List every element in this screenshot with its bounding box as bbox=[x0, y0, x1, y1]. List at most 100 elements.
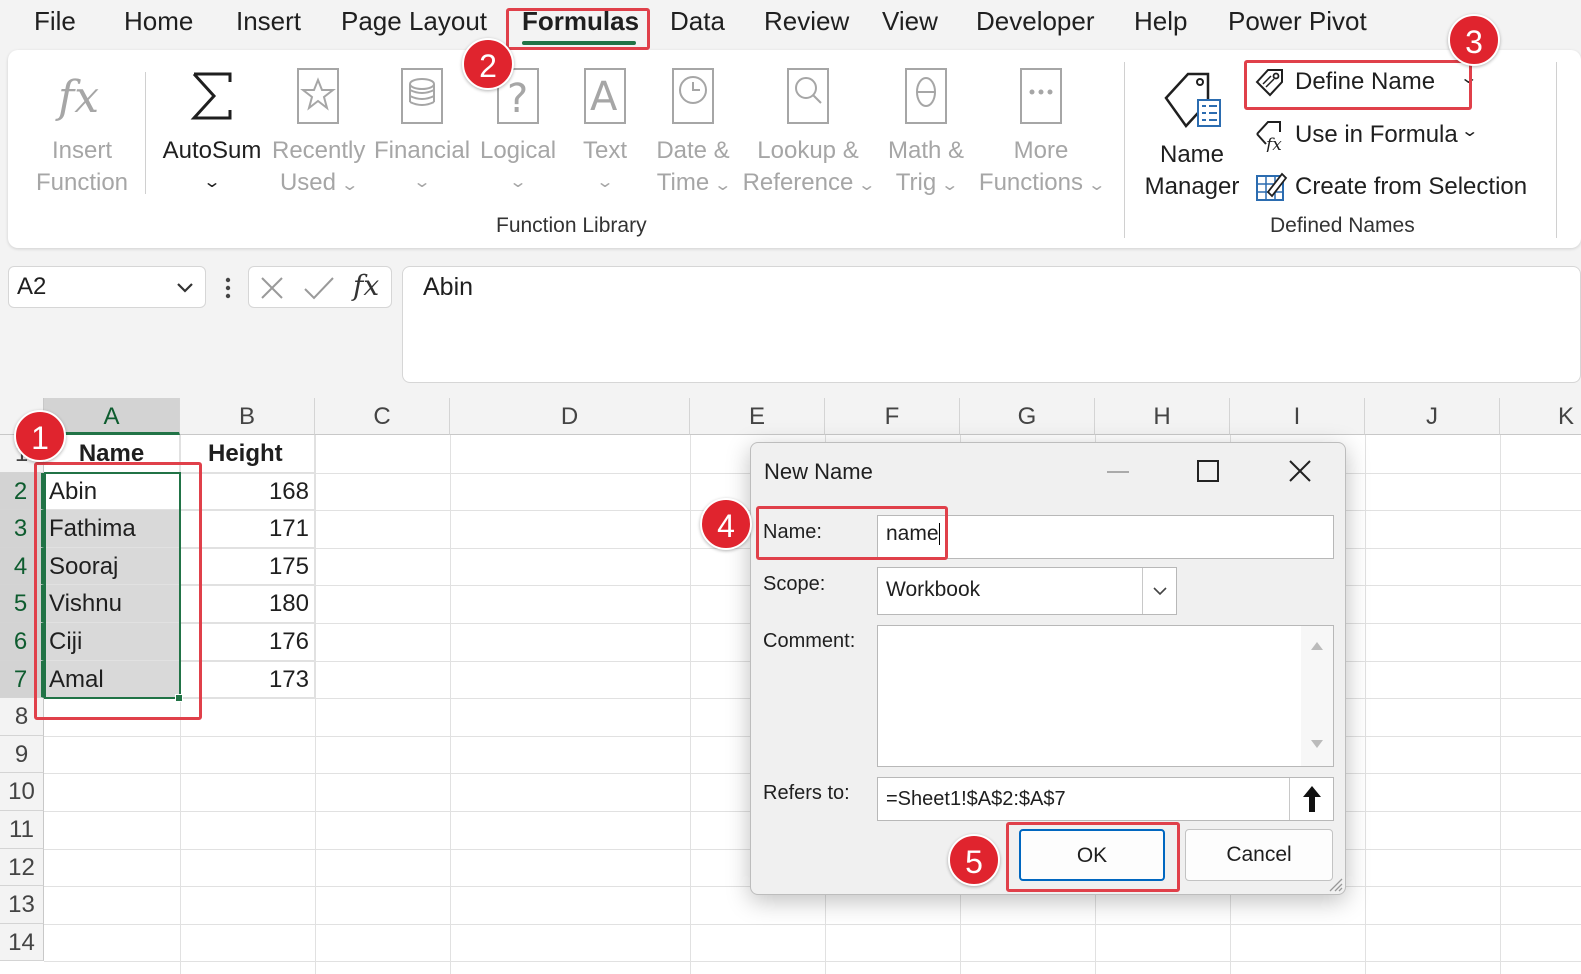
refers-to-label: Refers to: bbox=[763, 782, 850, 804]
tab-data[interactable]: Data bbox=[670, 6, 725, 37]
column-header-f[interactable]: F bbox=[825, 398, 960, 435]
cancel-button[interactable]: Cancel bbox=[1185, 829, 1333, 881]
gridline bbox=[44, 961, 1581, 963]
name-manager-label-1: Name bbox=[1159, 141, 1225, 168]
column-header-d[interactable]: D bbox=[450, 398, 690, 435]
row-header-11[interactable]: 11 bbox=[0, 811, 44, 849]
math-trig-label-2-text: Trig bbox=[895, 169, 937, 196]
svg-text:A: A bbox=[590, 74, 618, 120]
column-header-j[interactable]: J bbox=[1365, 398, 1500, 435]
chevron-down-icon: ⌄ bbox=[1086, 177, 1106, 194]
more-options-icon[interactable] bbox=[222, 276, 234, 300]
comment-textarea[interactable] bbox=[877, 625, 1334, 767]
tab-view[interactable]: View bbox=[882, 6, 938, 37]
tab-power-pivot[interactable]: Power Pivot bbox=[1228, 6, 1367, 37]
more-functions-label-2-text: Functions bbox=[978, 169, 1083, 196]
name-box-value: A2 bbox=[17, 273, 47, 300]
scope-dropdown-button[interactable] bbox=[1142, 568, 1176, 614]
text-button[interactable]: A Text ⌄ bbox=[572, 66, 638, 199]
annotation-badge-5: 5 bbox=[948, 834, 1000, 886]
collapse-dialog-button[interactable] bbox=[1289, 778, 1333, 820]
tab-developer[interactable]: Developer bbox=[976, 6, 1095, 37]
up-arrow-icon bbox=[1303, 786, 1321, 812]
date-time-label-2: Time ⌄ bbox=[650, 167, 736, 202]
comment-scrollbar[interactable] bbox=[1301, 626, 1333, 766]
menu-bar: File Home Insert Page Layout Formulas Da… bbox=[0, 0, 1581, 48]
row-header-12[interactable]: 12 bbox=[0, 848, 44, 887]
text-label: Text bbox=[582, 137, 627, 164]
column-header-e[interactable]: E bbox=[690, 398, 825, 435]
more-functions-button[interactable]: More Functions ⌄ bbox=[976, 66, 1106, 202]
gridline bbox=[1365, 435, 1366, 974]
function-library-group-label: Function Library bbox=[496, 214, 647, 237]
chevron-down-icon: ⌄ bbox=[202, 174, 222, 191]
column-header-i[interactable]: I bbox=[1230, 398, 1365, 435]
tab-review[interactable]: Review bbox=[764, 6, 849, 37]
more-functions-label-1: More bbox=[1013, 137, 1069, 164]
date-time-button[interactable]: Date & Time ⌄ bbox=[650, 66, 736, 202]
close-icon[interactable] bbox=[1288, 459, 1312, 483]
fx-tag-icon: fx bbox=[1256, 121, 1282, 152]
svg-text:fx: fx bbox=[55, 72, 99, 123]
annotation-box-name-field bbox=[756, 506, 948, 560]
column-header-c[interactable]: C bbox=[315, 398, 450, 435]
autosum-button[interactable]: AutoSum ⌄ bbox=[160, 66, 264, 199]
tab-page-layout[interactable]: Page Layout bbox=[341, 6, 487, 37]
row-header-13[interactable]: 13 bbox=[0, 886, 44, 924]
ribbon-group-divider bbox=[1556, 62, 1557, 238]
column-header-h[interactable]: H bbox=[1095, 398, 1230, 435]
formula-input[interactable]: Abin bbox=[402, 266, 1581, 383]
annotation-badge-3: 3 bbox=[1448, 14, 1500, 66]
create-from-selection-button[interactable]: Create from Selection bbox=[1254, 168, 1544, 208]
resize-grip-icon[interactable] bbox=[1327, 876, 1343, 892]
insert-function-fx-icon[interactable]: fx bbox=[353, 269, 379, 302]
tab-help[interactable]: Help bbox=[1134, 6, 1187, 37]
create-from-selection-icon bbox=[1256, 172, 1288, 201]
column-header-b[interactable]: B bbox=[180, 398, 315, 435]
insert-function-button[interactable]: fx Insert Function bbox=[30, 66, 134, 199]
chevron-down-icon[interactable] bbox=[175, 277, 195, 297]
use-in-formula-button[interactable]: fx Use in Formula ⌄ bbox=[1254, 116, 1484, 156]
minimize-icon bbox=[1107, 471, 1129, 473]
annotation-badge-2: 2 bbox=[462, 38, 514, 90]
date-time-label-1: Date & bbox=[656, 137, 730, 164]
column-header-k[interactable]: K bbox=[1500, 398, 1581, 435]
refers-to-field[interactable]: =Sheet1!$A$2:$A$7 bbox=[877, 777, 1334, 821]
financial-button[interactable]: Financial ⌄ bbox=[374, 66, 470, 199]
enter-check-icon[interactable] bbox=[303, 275, 335, 301]
scroll-down-icon[interactable] bbox=[1311, 740, 1323, 748]
math-trig-button[interactable]: Math & Trig ⌄ bbox=[880, 66, 972, 202]
recently-used-button[interactable]: Recently Used ⌄ bbox=[272, 66, 365, 202]
maximize-icon[interactable] bbox=[1197, 460, 1219, 482]
annotation-box-ok-button bbox=[1006, 822, 1180, 892]
tab-home[interactable]: Home bbox=[124, 6, 193, 37]
row-header-9[interactable]: 9 bbox=[0, 735, 44, 774]
gridline bbox=[1500, 435, 1501, 974]
scroll-up-icon[interactable] bbox=[1311, 642, 1323, 650]
lookup-reference-button[interactable]: Lookup & Reference ⌄ bbox=[742, 66, 876, 202]
date-time-label-2-text: Time bbox=[656, 169, 710, 196]
name-manager-button[interactable]: Name Manager bbox=[1140, 66, 1244, 203]
annotation-box-formulas-tab bbox=[506, 8, 650, 50]
insert-function-label-1: Insert bbox=[51, 137, 113, 164]
row-header-10[interactable]: 10 bbox=[0, 773, 44, 811]
row-header-14[interactable]: 14 bbox=[0, 923, 44, 962]
gridline bbox=[690, 435, 691, 974]
lookup-reference-label-1: Lookup & bbox=[757, 137, 859, 164]
cancel-x-icon[interactable] bbox=[259, 275, 285, 301]
use-in-formula-label: Use in Formula bbox=[1295, 121, 1458, 148]
name-tag-icon bbox=[1164, 72, 1221, 128]
chevron-down-icon bbox=[1153, 587, 1167, 596]
logical-label: Logical bbox=[479, 137, 557, 164]
math-trig-label-2: Trig ⌄ bbox=[880, 167, 972, 202]
annotation-box-selected-range bbox=[34, 462, 202, 720]
name-box[interactable]: A2 bbox=[8, 266, 206, 308]
more-functions-label-2: Functions ⌄ bbox=[976, 167, 1106, 202]
autosum-label: AutoSum bbox=[162, 137, 262, 164]
tab-file[interactable]: File bbox=[34, 6, 76, 37]
scope-select[interactable]: Workbook bbox=[877, 567, 1177, 615]
annotation-badge-1: 1 bbox=[14, 410, 66, 462]
gridline bbox=[44, 923, 1581, 925]
tab-insert[interactable]: Insert bbox=[236, 6, 301, 37]
column-header-g[interactable]: G bbox=[960, 398, 1095, 435]
